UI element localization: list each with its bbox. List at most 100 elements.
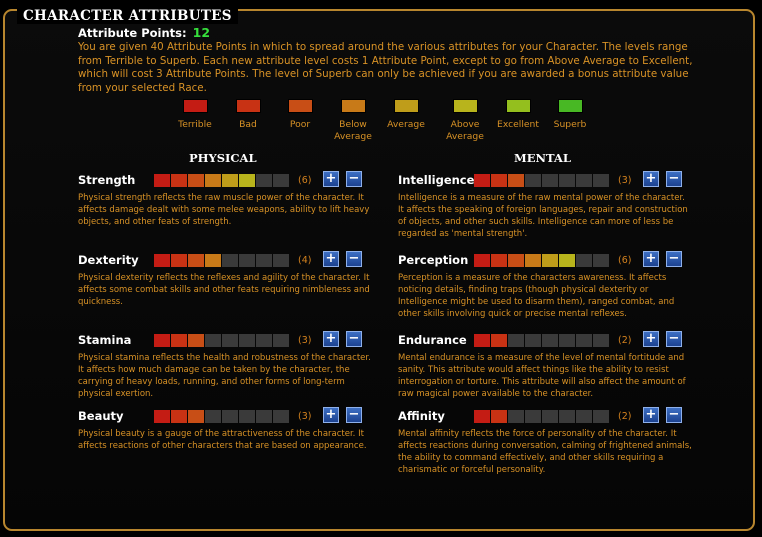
level-segment [273, 254, 289, 267]
attribute-strength: Strength (6) + − Physical strength refle… [78, 171, 398, 245]
legend-label: Bad [239, 119, 257, 130]
legend-label: Terrible [178, 119, 212, 130]
level-legend: Terrible Bad Poor Below Average Average … [0, 99, 762, 149]
level-segment [273, 410, 289, 423]
level-segment [474, 334, 490, 347]
attribute-name: Affinity [398, 409, 445, 423]
level-bar [474, 174, 609, 187]
decrease-endurance-button[interactable]: − [666, 331, 682, 347]
attribute-description: Physical strength reflects the raw muscl… [78, 193, 370, 227]
level-segment [474, 410, 490, 423]
attribute-affinity: Affinity (2) + − Mental affinity reflect… [398, 407, 718, 481]
attribute-value: (2) [618, 411, 632, 422]
legend-label: Above Average [446, 119, 484, 142]
legend-item-bad: Bad [218, 99, 278, 131]
legend-item-below-average: Below Average [323, 99, 383, 142]
level-segment [525, 254, 541, 267]
attribute-name: Stamina [78, 333, 132, 347]
level-segment [576, 334, 592, 347]
decrease-beauty-button[interactable]: − [346, 407, 362, 423]
level-segment [508, 410, 524, 423]
attribute-perception: Perception (6) + − Perception is a measu… [398, 251, 718, 325]
level-segment [593, 410, 609, 423]
level-segment [491, 174, 507, 187]
level-bar [474, 410, 609, 423]
level-bar [154, 410, 289, 423]
decrease-stamina-button[interactable]: − [346, 331, 362, 347]
level-segment [576, 174, 592, 187]
decrease-affinity-button[interactable]: − [666, 407, 682, 423]
level-segment [222, 410, 238, 423]
level-segment [222, 174, 238, 187]
legend-swatch [505, 99, 531, 113]
attribute-description: Physical beauty is a gauge of the attrac… [78, 429, 367, 451]
level-segment [239, 174, 255, 187]
attribute-name: Endurance [398, 333, 467, 347]
decrease-strength-button[interactable]: − [346, 171, 362, 187]
level-segment [256, 334, 272, 347]
level-segment [205, 410, 221, 423]
increase-stamina-button[interactable]: + [323, 331, 339, 347]
level-segment [525, 334, 541, 347]
level-segment [239, 410, 255, 423]
attribute-value: (4) [298, 255, 312, 266]
increase-intelligence-button[interactable]: + [643, 171, 659, 187]
attribute-endurance: Endurance (2) + − Mental endurance is a … [398, 331, 718, 405]
attribute-name: Strength [78, 173, 136, 187]
level-segment [474, 254, 490, 267]
increase-affinity-button[interactable]: + [643, 407, 659, 423]
level-segment [525, 174, 541, 187]
increase-beauty-button[interactable]: + [323, 407, 339, 423]
legend-swatch [235, 99, 261, 113]
level-segment [559, 334, 575, 347]
legend-swatch [557, 99, 583, 113]
legend-label: Superb [553, 119, 587, 130]
legend-item-average: Average [376, 99, 436, 131]
level-segment [508, 254, 524, 267]
level-segment [542, 254, 558, 267]
level-segment [154, 410, 170, 423]
level-segment [273, 174, 289, 187]
level-segment [542, 410, 558, 423]
decrease-dexterity-button[interactable]: − [346, 251, 362, 267]
legend-label: Below Average [334, 119, 372, 142]
panel-title: CHARACTER ATTRIBUTES [17, 8, 238, 24]
attribute-value: (6) [298, 175, 312, 186]
attribute-description: Mental affinity reflects the force of pe… [398, 429, 692, 475]
attribute-intelligence: Intelligence (3) + − Intelligence is a m… [398, 171, 718, 245]
level-segment [508, 334, 524, 347]
attribute-beauty: Beauty (3) + − Physical beauty is a gaug… [78, 407, 398, 481]
increase-perception-button[interactable]: + [643, 251, 659, 267]
intro-text: You are given 40 Attribute Points in whi… [78, 41, 693, 94]
attribute-name: Beauty [78, 409, 124, 423]
level-segment [593, 254, 609, 267]
decrease-intelligence-button[interactable]: − [666, 171, 682, 187]
level-segment [154, 254, 170, 267]
attribute-description: Physical dexterity reflects the reflexes… [78, 273, 370, 307]
level-segment [256, 174, 272, 187]
increase-endurance-button[interactable]: + [643, 331, 659, 347]
attribute-name: Perception [398, 253, 469, 267]
increase-strength-button[interactable]: + [323, 171, 339, 187]
increase-dexterity-button[interactable]: + [323, 251, 339, 267]
attribute-value: (2) [618, 335, 632, 346]
level-segment [256, 254, 272, 267]
attribute-stamina: Stamina (3) + − Physical stamina reflect… [78, 331, 398, 405]
level-segment [256, 410, 272, 423]
legend-swatch [182, 99, 208, 113]
level-segment [171, 254, 187, 267]
level-segment [205, 254, 221, 267]
level-bar [154, 174, 289, 187]
level-segment [491, 334, 507, 347]
level-segment [239, 334, 255, 347]
legend-item-terrible: Terrible [165, 99, 225, 131]
decrease-perception-button[interactable]: − [666, 251, 682, 267]
attribute-points-value: 12 [192, 25, 211, 40]
level-bar [154, 334, 289, 347]
attribute-description: Mental endurance is a measure of the lev… [398, 353, 686, 399]
attribute-name: Intelligence [398, 173, 475, 187]
legend-label: Poor [289, 119, 311, 130]
level-segment [508, 174, 524, 187]
level-segment [171, 334, 187, 347]
level-segment [542, 174, 558, 187]
